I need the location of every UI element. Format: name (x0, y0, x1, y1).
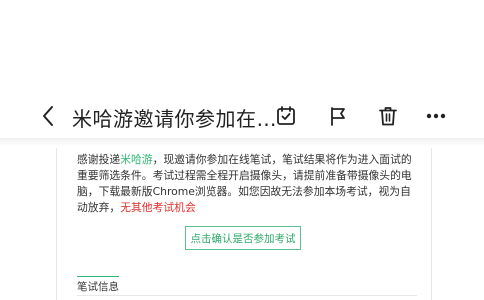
trash-icon (379, 107, 397, 126)
delete-button[interactable] (374, 102, 402, 130)
section-title: 笔试信息 (77, 281, 119, 293)
company-link[interactable]: 米哈游 (120, 153, 152, 166)
more-options-button[interactable] (422, 102, 450, 130)
calendar-check-icon (277, 106, 295, 125)
more-icon (426, 113, 446, 119)
chevron-left-icon (43, 106, 53, 126)
email-body-card: 感谢投递米哈游，现邀请你参加在线笔试，笔试结果将作为进入面试的重要筛选条件。考试… (56, 148, 432, 300)
warning-text: 无其他考试机会 (120, 201, 196, 214)
email-message: 感谢投递米哈游，现邀请你参加在线笔试，笔试结果将作为进入面试的重要筛选条件。考试… (77, 152, 415, 216)
email-view: 米哈游邀请你参加在… 感谢投递米哈游，现邀请你参加在线笔试，笔试结果将作为进入面… (0, 0, 484, 300)
message-text-start: 感谢投递 (77, 153, 121, 166)
email-subject-title: 米哈游邀请你参加在… (72, 107, 277, 131)
section-divider (77, 295, 417, 296)
flag-icon (331, 107, 345, 126)
flag-button[interactable] (324, 102, 352, 130)
back-button[interactable] (36, 104, 60, 128)
section-accent-line (77, 276, 119, 277)
header-shadow (0, 138, 484, 146)
confirm-attendance-button[interactable]: 点击确认是否参加考试 (185, 226, 301, 250)
top-bar: 米哈游邀请你参加在… (0, 96, 484, 136)
add-to-calendar-button[interactable] (272, 102, 300, 130)
